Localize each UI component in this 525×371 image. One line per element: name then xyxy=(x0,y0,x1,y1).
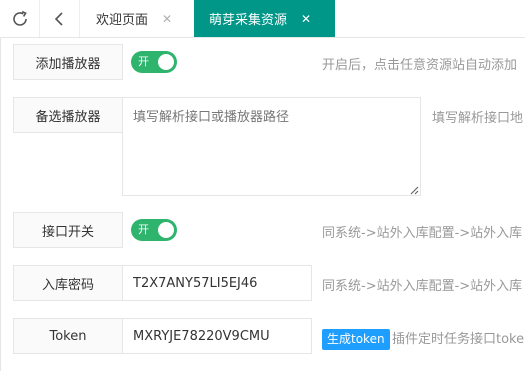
storage-password-hint: 同系统->站外入库配置->站外入库 xyxy=(322,279,523,294)
chevron-left-icon xyxy=(54,11,63,26)
switch-text: 开 xyxy=(138,223,149,236)
tab-label: 欢迎页面 xyxy=(96,13,149,28)
close-icon[interactable]: ✕ xyxy=(162,13,172,25)
tab-welcome[interactable]: 欢迎页面 ✕ xyxy=(81,0,194,37)
storage-password-label: 入库密码 xyxy=(13,265,123,301)
add-player-label: 添加播放器 xyxy=(13,44,123,80)
add-player-hint: 开启后，点击任意资源站自动添加 xyxy=(322,58,518,73)
back-button[interactable] xyxy=(40,0,80,37)
close-icon[interactable]: ✕ xyxy=(301,13,311,25)
switch-knob xyxy=(158,222,174,238)
refresh-icon xyxy=(12,10,27,26)
refresh-button[interactable] xyxy=(0,0,40,37)
tab-label: 萌芽采集资源 xyxy=(209,13,288,28)
switch-text: 开 xyxy=(138,55,149,68)
token-label: Token xyxy=(13,318,123,354)
settings-form: 添加播放器 开 开启后，点击任意资源站自动添加 备选播放器 填写解析接口地 接口… xyxy=(0,38,525,371)
backup-player-textarea[interactable] xyxy=(122,97,421,196)
api-switch[interactable]: 开 xyxy=(131,219,177,241)
token-input[interactable] xyxy=(122,318,312,354)
switch-knob xyxy=(158,54,174,70)
backup-player-hint: 填写解析接口地 xyxy=(432,111,524,126)
tab-mengya-resources[interactable]: 萌芽采集资源 ✕ xyxy=(194,0,335,37)
api-switch-label: 接口开关 xyxy=(13,212,123,248)
api-switch-hint: 同系统->站外入库配置->站外入库 xyxy=(322,226,523,241)
tab-bar: 欢迎页面 ✕ 萌芽采集资源 ✕ xyxy=(0,0,525,38)
token-hint: 插件定时任务接口toke xyxy=(392,332,525,347)
add-player-switch[interactable]: 开 xyxy=(131,51,177,73)
generate-token-button[interactable]: 生成token xyxy=(322,329,390,350)
resize-handle-icon[interactable] xyxy=(409,185,419,195)
backup-player-label: 备选播放器 xyxy=(13,97,123,133)
storage-password-input[interactable] xyxy=(122,265,312,301)
